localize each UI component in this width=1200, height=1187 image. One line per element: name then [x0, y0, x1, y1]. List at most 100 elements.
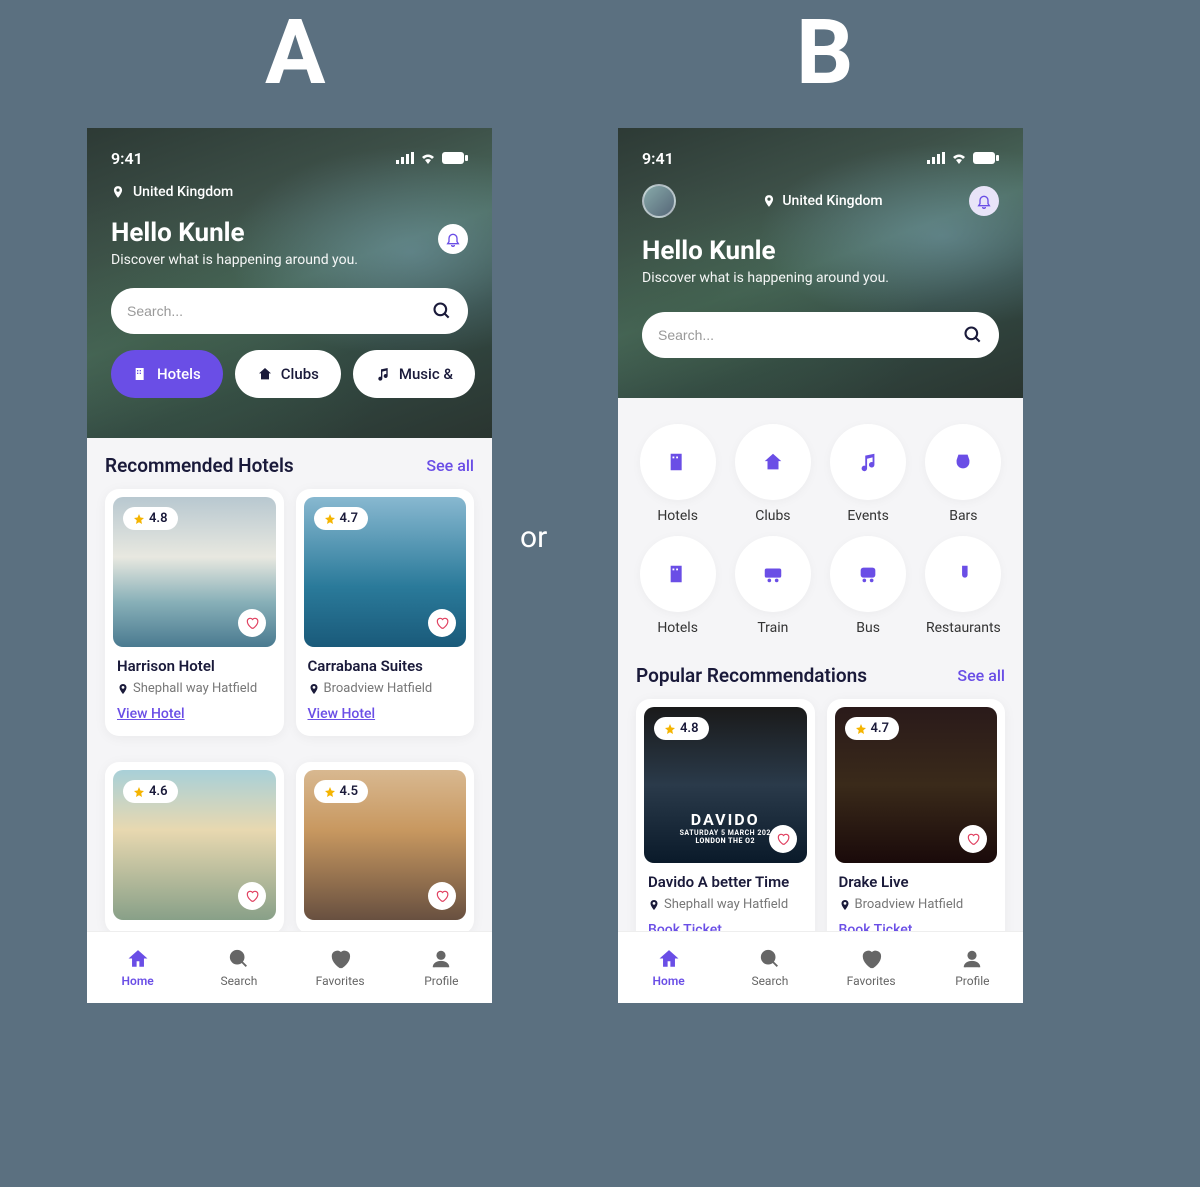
view-hotel-link[interactable]: View Hotel [117, 706, 185, 722]
category-train[interactable]: Train [731, 536, 814, 636]
category-label: Bus [827, 620, 910, 636]
star-icon [324, 786, 336, 798]
bottom-nav: Home Search Favorites Profile [618, 931, 1023, 1003]
pill-label: Hotels [157, 365, 201, 383]
user-icon [961, 948, 983, 970]
favorite-button[interactable] [238, 609, 266, 637]
hotel-card[interactable]: 4.6 [105, 762, 284, 934]
battery-icon [973, 152, 999, 164]
rating-value: 4.8 [680, 721, 699, 736]
category-icon [667, 563, 689, 585]
view-hotel-link[interactable]: View Hotel [308, 706, 376, 722]
location-text: Shephall way Hatfield [664, 897, 788, 912]
favorite-button[interactable] [769, 825, 797, 853]
rating-badge: 4.7 [314, 507, 369, 530]
event-card[interactable]: 4.8 DAVIDO SATURDAY 5 MARCH 202 LONDON T… [636, 699, 815, 952]
category-icon [857, 563, 879, 585]
heart-icon [435, 616, 449, 630]
category-grid: HotelsClubsEventsBarsHotelsTrainBusResta… [636, 424, 1005, 636]
category-label: Restaurants [922, 620, 1005, 636]
category-icon [762, 451, 784, 473]
category-bus[interactable]: Bus [827, 536, 910, 636]
heart-icon [245, 889, 259, 903]
pill-clubs[interactable]: Clubs [235, 350, 341, 398]
category-circle [830, 424, 906, 500]
nav-profile[interactable]: Profile [391, 932, 492, 1003]
home-icon [658, 948, 680, 970]
location-text: Broadview Hatfield [324, 681, 433, 696]
event-card[interactable]: 4.7 Drake Live Broadview Hatfield Book T… [827, 699, 1006, 952]
heart-icon [860, 948, 882, 970]
hotel-image: 4.6 [113, 770, 276, 920]
pill-hotels[interactable]: Hotels [111, 350, 223, 398]
screen-b: 9:41 United Kingdom Hello Kunle Discover… [618, 128, 1023, 1003]
search-field[interactable] [642, 312, 999, 358]
favorite-button[interactable] [959, 825, 987, 853]
nav-favorites[interactable]: Favorites [821, 932, 922, 1003]
status-icons [396, 152, 468, 164]
nav-home[interactable]: Home [618, 932, 719, 1003]
category-clubs[interactable]: Clubs [731, 424, 814, 524]
status-time: 9:41 [642, 149, 674, 168]
wifi-icon [951, 152, 967, 164]
card-title: Davido A better Time [648, 873, 803, 891]
category-bars[interactable]: Bars [922, 424, 1005, 524]
see-all-link[interactable]: See all [426, 456, 474, 475]
category-label: Bars [922, 508, 1005, 524]
event-image: 4.7 [835, 707, 998, 863]
hero-a: 9:41 United Kingdom Hello Kunle Discover… [87, 128, 492, 438]
category-events[interactable]: Events [827, 424, 910, 524]
favorite-button[interactable] [428, 882, 456, 910]
avatar[interactable] [642, 184, 676, 218]
see-all-link[interactable]: See all [957, 666, 1005, 685]
pill-music[interactable]: Music & [353, 350, 475, 398]
nav-label: Profile [424, 974, 458, 988]
nav-search[interactable]: Search [188, 932, 289, 1003]
content-a: Recommended Hotels See all 4.8 Harrison … [87, 438, 492, 1003]
subtitle: Discover what is happening around you. [642, 270, 999, 286]
hotel-image: 4.8 [113, 497, 276, 647]
nav-label: Favorites [847, 974, 896, 988]
subtitle: Discover what is happening around you. [111, 252, 468, 268]
category-pills[interactable]: Hotels Clubs Music & [111, 350, 468, 398]
search-field[interactable] [111, 288, 468, 334]
variant-label-b: B [796, 0, 853, 105]
wifi-icon [420, 152, 436, 164]
card-location: Shephall way Hatfield [117, 681, 272, 696]
hotel-card[interactable]: 4.5 [296, 762, 475, 934]
or-separator: or [520, 520, 547, 555]
location-row[interactable]: United Kingdom [762, 193, 882, 209]
hotel-card[interactable]: 4.8 Harrison Hotel Shephall way Hatfield… [105, 489, 284, 736]
rating-badge: 4.5 [314, 780, 369, 803]
favorite-button[interactable] [428, 609, 456, 637]
nav-label: Home [122, 974, 154, 988]
search-input[interactable] [658, 327, 963, 343]
nav-search[interactable]: Search [719, 932, 820, 1003]
favorite-button[interactable] [238, 882, 266, 910]
rating-value: 4.7 [340, 511, 359, 526]
category-label: Train [731, 620, 814, 636]
event-image: 4.8 DAVIDO SATURDAY 5 MARCH 202 LONDON T… [644, 707, 807, 863]
location-row[interactable]: United Kingdom [111, 184, 468, 200]
hotel-card[interactable]: 4.7 Carrabana Suites Broadview Hatfield … [296, 489, 475, 736]
rating-value: 4.5 [340, 784, 359, 799]
battery-icon [442, 152, 468, 164]
category-hotels[interactable]: Hotels [636, 424, 719, 524]
pin-icon [648, 899, 660, 911]
rating-value: 4.7 [871, 721, 890, 736]
nav-favorites[interactable]: Favorites [290, 932, 391, 1003]
category-restaurants[interactable]: Restaurants [922, 536, 1005, 636]
category-label: Hotels [636, 508, 719, 524]
location-text: United Kingdom [133, 184, 233, 200]
rating-value: 4.8 [149, 511, 168, 526]
search-input[interactable] [127, 303, 432, 319]
user-icon [430, 948, 452, 970]
hotel-image: 4.7 [304, 497, 467, 647]
nav-profile[interactable]: Profile [922, 932, 1023, 1003]
notifications-button[interactable] [969, 186, 999, 216]
hotel-image: 4.5 [304, 770, 467, 920]
category-hotels[interactable]: Hotels [636, 536, 719, 636]
category-circle [925, 424, 1001, 500]
hero-b: 9:41 United Kingdom Hello Kunle Discover… [618, 128, 1023, 398]
nav-home[interactable]: Home [87, 932, 188, 1003]
